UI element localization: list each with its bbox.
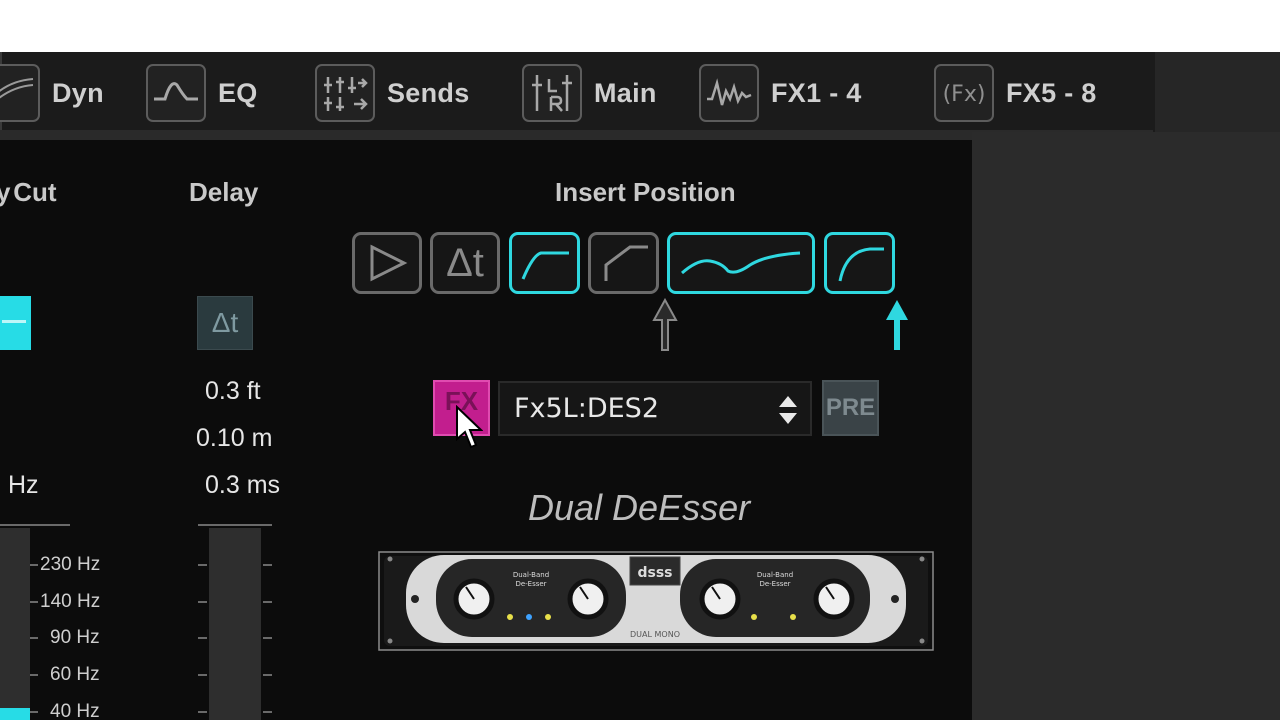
top-white-band bbox=[0, 0, 1280, 52]
tick-mark bbox=[263, 711, 272, 713]
pre-button[interactable]: PRE bbox=[822, 380, 879, 436]
tick-mark bbox=[30, 674, 38, 676]
insert-pos-input-button[interactable] bbox=[352, 232, 422, 294]
tab-label: FX1 - 4 bbox=[771, 77, 862, 108]
sends-faders-icon bbox=[315, 64, 375, 122]
svg-text:De-Esser: De-Esser bbox=[759, 580, 790, 588]
tick-mark bbox=[263, 564, 272, 566]
insert-pos-gate-button[interactable] bbox=[588, 232, 659, 294]
mouse-cursor-icon bbox=[456, 405, 483, 449]
low-cut-scale-label: 230 Hz bbox=[40, 554, 101, 575]
delta-t-icon: Δt bbox=[446, 240, 484, 285]
insert-pos-delay-button[interactable]: Δt bbox=[430, 232, 500, 294]
tab-dyn[interactable]: Dyn bbox=[0, 64, 104, 122]
svg-text:dsss: dsss bbox=[637, 565, 672, 581]
delay-meters-value: 0.10 m bbox=[196, 424, 273, 452]
tick-mark bbox=[198, 564, 207, 566]
chevron-updown-icon bbox=[779, 396, 797, 424]
dual-deesser-plugin-image[interactable]: Dual-Band De-Esser Dual-Band De-Esser ds… bbox=[378, 551, 934, 651]
tick-mark bbox=[263, 674, 272, 676]
tick-mark bbox=[30, 601, 38, 603]
low-cut-slider-track[interactable] bbox=[0, 528, 30, 720]
low-cut-slider-fill bbox=[0, 708, 30, 720]
low-cut-symbol bbox=[2, 320, 26, 323]
tab-label: Sends bbox=[387, 77, 470, 108]
tab-bar-filler bbox=[1155, 52, 1280, 132]
insert-position-header: Insert Position bbox=[555, 177, 736, 207]
slider-top-line bbox=[0, 524, 70, 526]
fx-slot-select[interactable]: Fx5L:DES2 bbox=[498, 381, 812, 436]
low-cut-scale-label: 140 Hz bbox=[40, 591, 101, 612]
low-cut-scale-label: 40 Hz bbox=[50, 701, 100, 720]
right-empty-pane bbox=[972, 132, 1280, 720]
low-cut-scale-label: 60 Hz bbox=[50, 664, 100, 685]
low-cut-header: y Cut bbox=[0, 177, 57, 207]
low-cut-curve-icon bbox=[521, 251, 569, 280]
fx-slot-selected-value: Fx5L:DES2 bbox=[514, 393, 659, 424]
main-lr-icon bbox=[522, 64, 582, 122]
dynamics-icon bbox=[0, 64, 40, 122]
tab-eq[interactable]: EQ bbox=[146, 64, 258, 122]
tab-label: Main bbox=[594, 77, 657, 108]
slider-top-line bbox=[198, 524, 272, 526]
low-cut-scale-label: 90 Hz bbox=[50, 627, 100, 648]
tick-mark bbox=[198, 637, 207, 639]
tick-mark bbox=[30, 711, 38, 713]
insert-active-arrow-icon bbox=[886, 300, 908, 350]
svg-text:Dual-Band: Dual-Band bbox=[513, 571, 549, 579]
tab-label: FX5 - 8 bbox=[1006, 77, 1097, 108]
tab-sends[interactable]: Sends bbox=[315, 64, 470, 122]
delay-enable-button[interactable]: Δt bbox=[197, 296, 253, 350]
compressor-curve-icon bbox=[838, 247, 884, 282]
tab-label: EQ bbox=[218, 77, 258, 108]
low-cut-enable-button[interactable] bbox=[0, 296, 31, 350]
tick-mark bbox=[263, 637, 272, 639]
svg-text:De-Esser: De-Esser bbox=[515, 580, 546, 588]
tick-mark bbox=[30, 637, 38, 639]
tab-bar: Dyn EQ Sends Main FX1 - 4 (Fx) FX5 - 8 bbox=[0, 52, 1280, 132]
fx-wave-icon bbox=[699, 64, 759, 122]
delay-slider-track[interactable] bbox=[209, 528, 261, 720]
plugin-name: Dual DeEsser bbox=[528, 487, 751, 528]
tab-main[interactable]: Main bbox=[522, 64, 657, 122]
eq-wave-icon bbox=[681, 251, 801, 275]
tick-mark bbox=[198, 711, 207, 713]
svg-text:Dual-Band: Dual-Band bbox=[757, 571, 793, 579]
gate-curve-icon bbox=[604, 245, 648, 281]
tick-mark bbox=[198, 601, 207, 603]
tab-fx1-4[interactable]: FX1 - 4 bbox=[699, 64, 862, 122]
svg-text:(Fx): (Fx) bbox=[943, 82, 986, 107]
eq-curve-icon bbox=[146, 64, 206, 122]
insert-pos-low-cut-button[interactable] bbox=[509, 232, 580, 294]
delay-header: Delay bbox=[189, 177, 259, 207]
insert-point-arrow-icon bbox=[652, 298, 678, 351]
tick-mark bbox=[30, 564, 38, 566]
page: Dyn EQ Sends Main FX1 - 4 (Fx) FX5 - 8 y… bbox=[0, 0, 1280, 720]
tab-fx5-8[interactable]: (Fx) FX5 - 8 bbox=[934, 64, 1097, 122]
play-triangle-icon bbox=[370, 244, 408, 282]
delay-feet-value: 0.3 ft bbox=[205, 377, 261, 405]
low-cut-unit: Hz bbox=[8, 471, 39, 499]
svg-text:DUAL MONO: DUAL MONO bbox=[630, 630, 680, 639]
tick-mark bbox=[263, 601, 272, 603]
insert-pos-eq-button[interactable] bbox=[667, 232, 815, 294]
tab-label: Dyn bbox=[52, 77, 104, 108]
insert-pos-dynamics-button[interactable] bbox=[824, 232, 895, 294]
tick-mark bbox=[198, 674, 207, 676]
fx-bracket-icon: (Fx) bbox=[934, 64, 994, 122]
delay-ms-value: 0.3 ms bbox=[205, 471, 281, 499]
